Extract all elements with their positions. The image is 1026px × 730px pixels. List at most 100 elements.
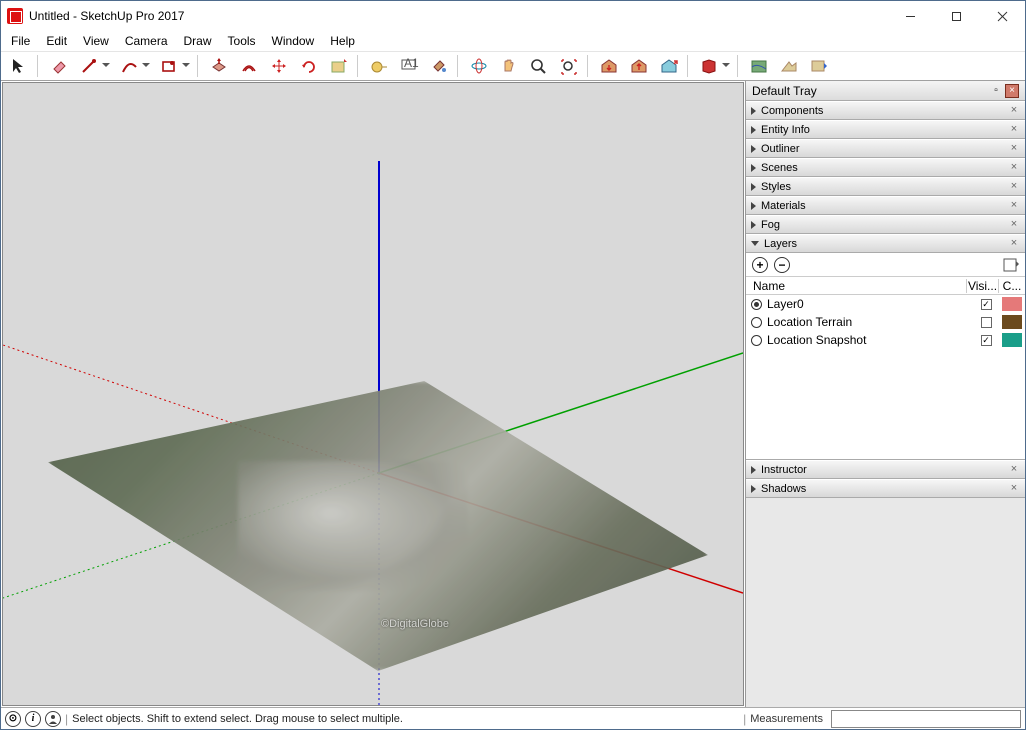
layer-visible-checkbox[interactable]: ✓	[981, 299, 992, 310]
panel-close-icon[interactable]: ×	[1008, 162, 1020, 174]
layers-col-color[interactable]: C...	[999, 279, 1025, 293]
layer-active-radio[interactable]	[751, 299, 762, 310]
layers-col-visible[interactable]: Visi...	[967, 279, 999, 293]
layer-active-radio[interactable]	[751, 317, 762, 328]
add-layer-button[interactable]: +	[752, 257, 768, 273]
photo-textures-icon[interactable]	[805, 53, 833, 79]
panel-styles[interactable]: Styles×	[746, 177, 1025, 196]
status-hint: Select objects. Shift to extend select. …	[72, 713, 403, 725]
tape-measure-icon[interactable]	[365, 53, 393, 79]
menu-camera[interactable]: Camera	[118, 32, 175, 50]
extension-warehouse-icon[interactable]	[655, 53, 683, 79]
tray-title-bar[interactable]: Default Tray ▫ ×	[746, 81, 1025, 101]
layer-name[interactable]: Layer0	[767, 297, 970, 311]
menu-bar: File Edit View Camera Draw Tools Window …	[1, 31, 1025, 51]
close-button[interactable]	[979, 1, 1025, 31]
toolbar: A1	[1, 51, 1025, 81]
layer-row[interactable]: Layer0 ✓	[746, 295, 1025, 313]
layer-color-swatch[interactable]	[1002, 297, 1022, 311]
text-tool-icon[interactable]: A1	[395, 53, 423, 79]
panel-close-icon[interactable]: ×	[1008, 464, 1020, 476]
credits-icon[interactable]: i	[25, 711, 41, 727]
panel-close-icon[interactable]: ×	[1008, 143, 1020, 155]
pan-tool-icon[interactable]	[495, 53, 523, 79]
panel-close-icon[interactable]: ×	[1008, 238, 1020, 250]
menu-window[interactable]: Window	[265, 32, 322, 50]
panel-entity-info[interactable]: Entity Info×	[746, 120, 1025, 139]
panel-shadows[interactable]: Shadows×	[746, 479, 1025, 498]
window-title: Untitled - SketchUp Pro 2017	[29, 9, 184, 23]
panel-scenes[interactable]: Scenes×	[746, 158, 1025, 177]
panel-close-icon[interactable]: ×	[1008, 200, 1020, 212]
panel-close-icon[interactable]: ×	[1008, 181, 1020, 193]
zoom-extents-icon[interactable]	[555, 53, 583, 79]
terrain-toggle-icon[interactable]	[775, 53, 803, 79]
paint-bucket-icon[interactable]	[425, 53, 453, 79]
line-tool-icon[interactable]	[75, 53, 103, 79]
viewport-3d[interactable]: ©DigitalGlobe	[2, 82, 744, 706]
panel-components[interactable]: Components×	[746, 101, 1025, 120]
move-tool-icon[interactable]	[265, 53, 293, 79]
layers-header-row[interactable]: Name Visi... C...	[746, 277, 1025, 295]
panel-close-icon[interactable]: ×	[1008, 219, 1020, 231]
make-component-icon[interactable]	[325, 53, 353, 79]
pushpull-tool-icon[interactable]	[205, 53, 233, 79]
tray-title-label: Default Tray	[752, 84, 817, 98]
eraser-tool-icon[interactable]	[45, 53, 73, 79]
offset-tool-icon[interactable]	[235, 53, 263, 79]
panel-instructor[interactable]: Instructor×	[746, 460, 1025, 479]
layers-menu-icon[interactable]	[1003, 257, 1019, 273]
panel-close-icon[interactable]: ×	[1008, 105, 1020, 117]
warehouse-get-icon[interactable]	[595, 53, 623, 79]
geo-location-icon[interactable]: ⊙	[5, 711, 21, 727]
menu-edit[interactable]: Edit	[39, 32, 74, 50]
menu-help[interactable]: Help	[323, 32, 362, 50]
layer-name[interactable]: Location Terrain	[767, 315, 970, 329]
rotate-tool-icon[interactable]	[295, 53, 323, 79]
panel-outliner[interactable]: Outliner×	[746, 139, 1025, 158]
tray-close-button[interactable]: ×	[1005, 84, 1019, 98]
warehouse-share-icon[interactable]	[625, 53, 653, 79]
measurements-label: Measurements	[750, 713, 827, 725]
add-location-icon[interactable]	[745, 53, 773, 79]
imagery-watermark: ©DigitalGlobe	[381, 618, 449, 630]
pin-icon[interactable]: ▫	[989, 84, 1003, 98]
layer-color-swatch[interactable]	[1002, 315, 1022, 329]
layer-visible-checkbox[interactable]	[981, 317, 992, 328]
layers-col-name[interactable]: Name	[751, 279, 967, 293]
maximize-button[interactable]	[933, 1, 979, 31]
layer-row[interactable]: Location Snapshot ✓	[746, 331, 1025, 349]
layers-toolbar: + −	[746, 253, 1025, 277]
layer-active-radio[interactable]	[751, 335, 762, 346]
minimize-button[interactable]	[887, 1, 933, 31]
status-bar: ⊙ i | Select objects. Shift to extend se…	[1, 707, 1025, 729]
panel-layers[interactable]: Layers×	[746, 234, 1025, 253]
panel-materials[interactable]: Materials×	[746, 196, 1025, 215]
layer-visible-checkbox[interactable]: ✓	[981, 335, 992, 346]
profile-icon[interactable]	[45, 711, 61, 727]
layout-icon[interactable]	[695, 53, 723, 79]
panel-close-icon[interactable]: ×	[1008, 483, 1020, 495]
layer-name[interactable]: Location Snapshot	[767, 333, 970, 347]
menu-view[interactable]: View	[76, 32, 116, 50]
layer-color-swatch[interactable]	[1002, 333, 1022, 347]
app-icon	[7, 8, 23, 24]
title-bar: Untitled - SketchUp Pro 2017	[1, 1, 1025, 31]
work-area: ©DigitalGlobe Default Tray ▫ × Component…	[1, 81, 1025, 707]
orbit-tool-icon[interactable]	[465, 53, 493, 79]
menu-file[interactable]: File	[4, 32, 37, 50]
zoom-tool-icon[interactable]	[525, 53, 553, 79]
svg-text:A1: A1	[404, 57, 419, 70]
menu-tools[interactable]: Tools	[221, 32, 263, 50]
layers-panel: + − Name Visi... C... Layer0 ✓ Location …	[746, 253, 1025, 460]
shapes-tool-icon[interactable]	[155, 53, 183, 79]
layer-row[interactable]: Location Terrain	[746, 313, 1025, 331]
remove-layer-button[interactable]: −	[774, 257, 790, 273]
layers-empty-area[interactable]	[746, 349, 1025, 459]
measurements-input[interactable]	[831, 710, 1021, 728]
select-tool-icon[interactable]	[5, 53, 33, 79]
menu-draw[interactable]: Draw	[177, 32, 219, 50]
panel-fog[interactable]: Fog×	[746, 215, 1025, 234]
panel-close-icon[interactable]: ×	[1008, 124, 1020, 136]
arc-tool-icon[interactable]	[115, 53, 143, 79]
